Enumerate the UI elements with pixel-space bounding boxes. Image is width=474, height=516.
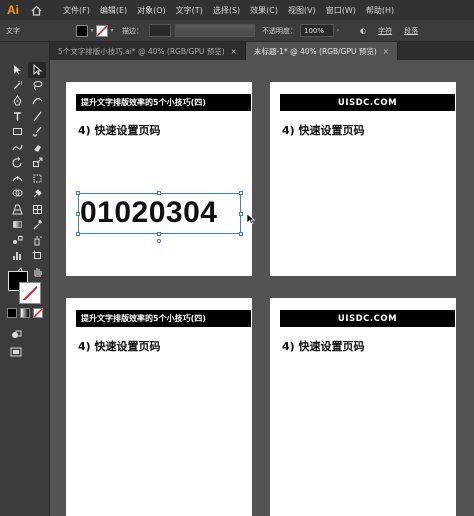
home-icon[interactable]: [26, 0, 46, 20]
menu-help[interactable]: 帮助(H): [361, 5, 399, 16]
artboard-banner: UISDC.COM: [280, 94, 455, 111]
menu-select[interactable]: 选择(S): [208, 5, 245, 16]
fill-swatch[interactable]: [76, 24, 88, 37]
text-selection-bounding-box[interactable]: [78, 193, 241, 234]
shape-builder-tool-icon[interactable]: [8, 186, 26, 202]
artboard-1[interactable]: 提升文字排版效率的5个小技巧(四) 4) 快速设置页码 01020304: [66, 82, 256, 276]
selection-tool-icon[interactable]: [8, 62, 26, 78]
selection-handle[interactable]: [76, 232, 80, 236]
canvas-workspace[interactable]: 提升文字排版效率的5个小技巧(四) 4) 快速设置页码 01020304 UIS…: [50, 60, 474, 516]
artboard-banner: 提升文字排版效率的5个小技巧(四): [76, 310, 251, 327]
type-tool-icon[interactable]: [8, 109, 26, 125]
width-tool-icon[interactable]: [8, 171, 26, 187]
menu-effect[interactable]: 效果(C): [245, 5, 283, 16]
selection-handle[interactable]: [76, 191, 80, 195]
document-tabs: 5个文字排版小技巧.ai* @ 40% (RGB/GPU 预览) × 未标题-1…: [50, 42, 474, 60]
menu-object[interactable]: 对象(O): [132, 5, 171, 16]
paintbrush-tool-icon[interactable]: [28, 124, 46, 140]
symbol-sprayer-icon[interactable]: [28, 233, 46, 249]
menu-window[interactable]: 窗口(W): [321, 5, 361, 16]
stroke-weight-label: 描边：: [122, 26, 143, 35]
artboard-4[interactable]: UISDC.COM 4) 快速设置页码: [270, 298, 456, 516]
recolor-icon[interactable]: ◐: [354, 27, 372, 35]
tool-grid: [8, 62, 46, 295]
artboard-subheading: 4) 快速设置页码: [78, 124, 161, 137]
artboard-subheading: 4) 快速设置页码: [282, 124, 365, 137]
char-panel-link[interactable]: 字符: [372, 26, 398, 36]
close-icon[interactable]: ×: [383, 47, 389, 56]
selection-handle[interactable]: [76, 212, 80, 216]
artboard-subheading: 4) 快速设置页码: [78, 340, 161, 353]
color-mode-none[interactable]: [33, 308, 43, 318]
tools-panel: [0, 42, 50, 516]
live-paint-icon[interactable]: [28, 186, 46, 202]
shaper-tool-icon[interactable]: [8, 140, 26, 156]
lasso-tool-icon[interactable]: [28, 78, 46, 94]
selection-handle[interactable]: [157, 232, 161, 236]
app-logo: Ai: [7, 3, 19, 17]
menu-bar: Ai 文件(F) 编辑(E) 对象(O) 文字(T) 选择(S) 效果(C) 视…: [0, 0, 474, 20]
blend-tool-icon[interactable]: [8, 233, 26, 249]
control-bar: 文字 ▾ ▾ 描边： 不透明度： 100% › ◐ 字符 段落: [0, 20, 474, 42]
rectangle-tool-icon[interactable]: [8, 124, 26, 140]
eraser-tool-icon[interactable]: [28, 140, 46, 156]
opacity-dropdown-icon[interactable]: ›: [334, 27, 342, 34]
color-mode-gradient[interactable]: [20, 308, 30, 318]
hand-tool-icon[interactable]: [28, 264, 46, 280]
opacity-field[interactable]: 100%: [300, 24, 334, 37]
tab-label: 5个文字排版小技巧.ai* @ 40% (RGB/GPU 预览): [58, 46, 225, 56]
direct-selection-tool-icon[interactable]: [28, 62, 46, 78]
variable-width-profile[interactable]: [175, 24, 255, 37]
selection-type-label: 文字: [6, 26, 20, 35]
artboard-2[interactable]: UISDC.COM 4) 快速设置页码: [270, 82, 456, 276]
center-point-handle[interactable]: [157, 239, 161, 243]
mesh-tool-icon[interactable]: [28, 202, 46, 218]
artboard-subheading: 4) 快速设置页码: [282, 340, 365, 353]
menu-type[interactable]: 文字(T): [171, 5, 208, 16]
stroke-weight-field[interactable]: [149, 24, 171, 37]
tab-document-1[interactable]: 5个文字排版小技巧.ai* @ 40% (RGB/GPU 预览) ×: [50, 42, 246, 60]
column-graph-tool-icon[interactable]: [8, 248, 26, 264]
perspective-grid-icon[interactable]: [8, 202, 26, 218]
stroke-color-box[interactable]: [20, 283, 40, 303]
tab-document-2[interactable]: 未标题-1* @ 40% (RGB/GPU 预览) ×: [245, 42, 399, 60]
free-transform-tool-icon[interactable]: [28, 171, 46, 187]
menu-items: 文件(F) 编辑(E) 对象(O) 文字(T) 选择(S) 效果(C) 视图(V…: [58, 5, 399, 16]
color-mode-swatches: [7, 308, 43, 318]
menu-view[interactable]: 视图(V): [283, 5, 321, 16]
rotate-tool-icon[interactable]: [8, 155, 26, 171]
selection-handle[interactable]: [239, 191, 243, 195]
color-mode-solid[interactable]: [7, 308, 17, 318]
artboard-banner: UISDC.COM: [280, 310, 455, 327]
artboard-banner: 提升文字排版效率的5个小技巧(四): [76, 94, 251, 111]
artboard-3[interactable]: 提升文字排版效率的5个小技巧(四) 4) 快速设置页码: [66, 298, 252, 516]
selection-handle[interactable]: [239, 232, 243, 236]
stroke-swatch[interactable]: [96, 24, 108, 37]
close-icon[interactable]: ×: [231, 47, 237, 56]
fill-dropdown-icon[interactable]: ▾: [88, 27, 96, 34]
curvature-tool-icon[interactable]: [28, 93, 46, 109]
pen-tool-icon[interactable]: [8, 93, 26, 109]
menu-edit[interactable]: 编辑(E): [95, 5, 132, 16]
gradient-tool-icon[interactable]: [8, 217, 26, 233]
magic-wand-tool-icon[interactable]: [8, 78, 26, 94]
paragraph-panel-link[interactable]: 段落: [398, 26, 424, 36]
eyedropper-tool-icon[interactable]: [28, 217, 46, 233]
mouse-cursor-icon: [246, 213, 256, 225]
tab-label: 未标题-1* @ 40% (RGB/GPU 预览): [253, 46, 377, 56]
opacity-label: 不透明度：: [262, 26, 297, 35]
screen-mode-icon[interactable]: [10, 343, 22, 362]
selection-handle[interactable]: [239, 212, 243, 216]
selection-handle[interactable]: [157, 191, 161, 195]
stroke-dropdown-icon[interactable]: ▾: [108, 27, 116, 34]
scale-tool-icon[interactable]: [28, 155, 46, 171]
artboard-tool-icon[interactable]: [28, 248, 46, 264]
menu-file[interactable]: 文件(F): [58, 5, 95, 16]
line-segment-tool-icon[interactable]: [28, 109, 46, 125]
